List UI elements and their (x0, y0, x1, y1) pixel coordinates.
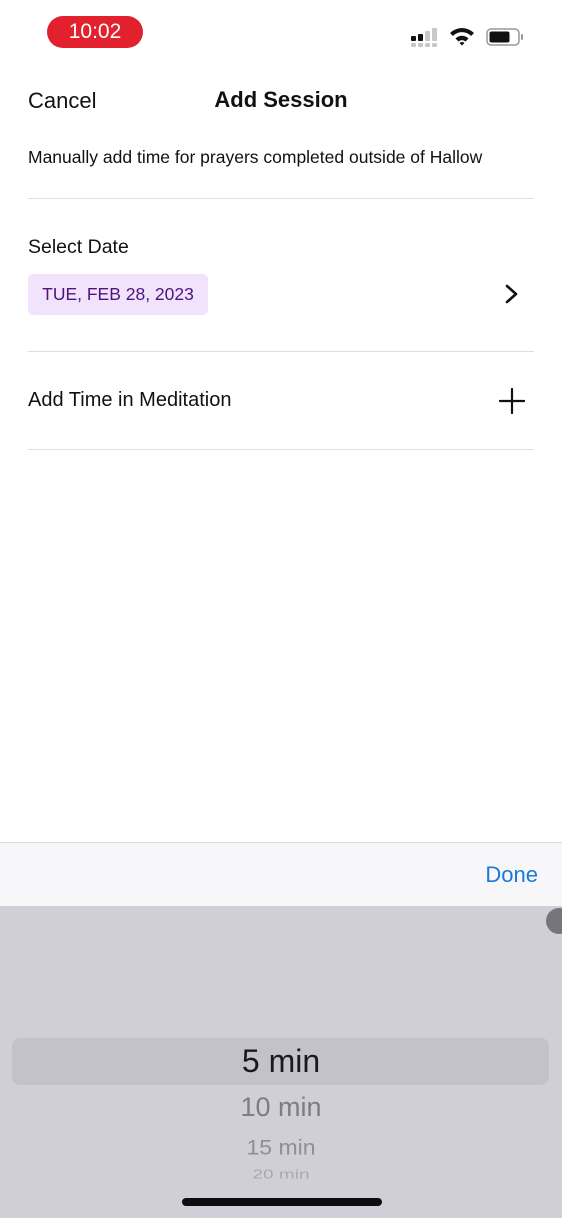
wifi-icon (450, 28, 474, 46)
picker-option[interactable]: 10 min (0, 1092, 562, 1123)
picker-toolbar: Done (0, 842, 562, 906)
done-button[interactable]: Done (485, 862, 538, 888)
divider (28, 198, 534, 199)
divider (28, 449, 534, 450)
divider (28, 351, 534, 352)
plus-icon[interactable] (499, 388, 525, 414)
home-indicator[interactable] (182, 1198, 382, 1206)
picker-option[interactable]: 20 min (0, 1167, 562, 1182)
cellular-signal-icon (411, 28, 437, 47)
battery-icon (486, 28, 523, 46)
duration-picker[interactable]: 5 min 10 min 15 min 20 min (0, 906, 562, 1218)
picker-option-selected[interactable]: 5 min (0, 1043, 562, 1080)
page-title: Add Session (214, 87, 348, 112)
status-time: 10:02 (47, 16, 143, 48)
navigation-bar: Cancel Add Session (0, 78, 562, 124)
select-date-label: Select Date (28, 236, 129, 258)
page-description: Manually add time for prayers completed … (28, 147, 483, 167)
add-time-meditation-label: Add Time in Meditation (28, 389, 232, 411)
selected-date-chip[interactable]: TUE, FEB 28, 2023 (28, 274, 208, 315)
status-bar: 10:02 (0, 0, 562, 64)
picker-option[interactable]: 15 min (0, 1135, 562, 1160)
chevron-right-icon[interactable] (503, 284, 521, 304)
picker-edge-indicator (546, 908, 562, 934)
